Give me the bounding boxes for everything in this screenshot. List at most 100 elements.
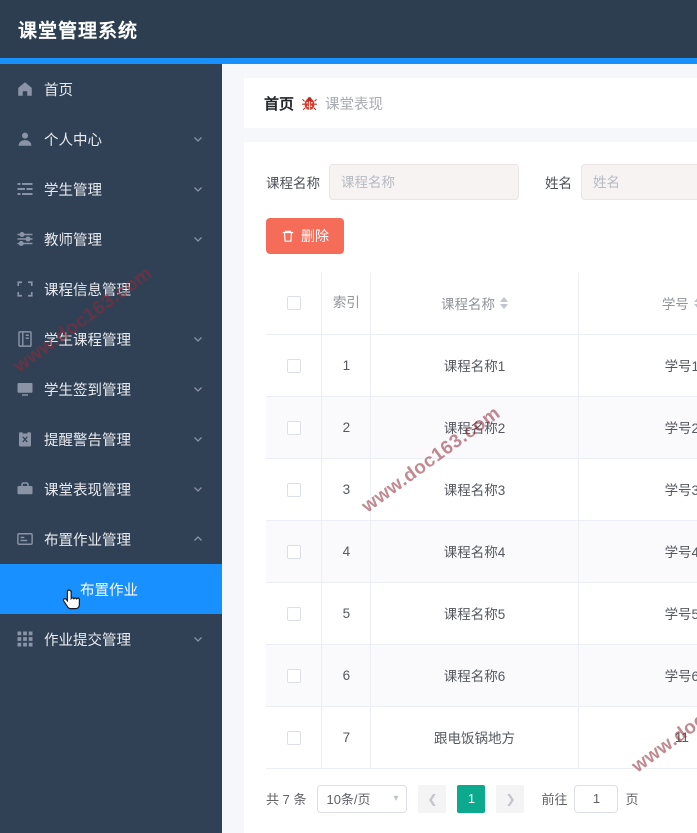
chevron-up-icon (192, 533, 204, 545)
table-row[interactable]: 4 课程名称4 学号4 (266, 520, 697, 583)
row-course-cell: 课程名称1 (370, 334, 579, 397)
table-header-index-label: 索引 (332, 294, 360, 310)
user-icon (16, 130, 34, 148)
table-row[interactable]: 1 课程名称1 学号1 (266, 334, 697, 397)
table-row[interactable]: 2 课程名称2 学号2 (266, 396, 697, 459)
row-index-cell: 4 (321, 520, 372, 583)
student-name-input[interactable] (581, 164, 697, 200)
sidebar-subitem-assign-homework[interactable]: 布置作业 (0, 564, 222, 614)
breadcrumb: 首页 课堂表现 (244, 78, 697, 128)
table-header-select-all[interactable] (266, 272, 323, 335)
table-row[interactable]: 3 课程名称3 学号3 (266, 458, 697, 521)
row-checkbox[interactable] (286, 482, 301, 497)
table-header-student-id[interactable]: 学号 (578, 272, 697, 335)
table-row[interactable]: 7 跟电饭锅地方 11 (266, 706, 697, 769)
chevron-down-icon (192, 633, 204, 645)
app-header: 课堂管理系统 (0, 0, 697, 58)
row-checkbox[interactable] (286, 544, 301, 559)
sidebar-item-course-info-management[interactable]: 课程信息管理 (0, 264, 222, 314)
row-checkbox[interactable] (286, 730, 301, 745)
table-body: 1 课程名称1 学号1 2 课程名称2 学号2 3 课程名称3 学号3 4 课程… (266, 334, 697, 769)
page-size-select[interactable]: 10条/页 ▾ (317, 784, 408, 813)
breadcrumb-home-link[interactable]: 首页 (264, 93, 294, 114)
row-index-cell: 3 (321, 458, 372, 521)
row-select-cell[interactable] (266, 706, 323, 769)
pagination-jump-input[interactable] (574, 784, 619, 813)
row-student-id-cell: 学号4 (578, 520, 697, 583)
row-course-cell: 课程名称4 (370, 520, 579, 583)
sidebar-item-label: 学生管理 (44, 182, 102, 199)
toolbar: 删除 (244, 200, 697, 254)
row-checkbox[interactable] (286, 420, 301, 435)
sidebar-item-assign-homework-management[interactable]: 布置作业管理 (0, 514, 222, 564)
row-select-cell[interactable] (266, 520, 323, 583)
trash-icon (281, 229, 295, 243)
sidebar-item-teacher-management[interactable]: 教师管理 (0, 214, 222, 264)
sidebar-item-class-performance-management[interactable]: 课堂表现管理 (0, 464, 222, 514)
pagination-jump-prefix: 前往 (541, 792, 568, 807)
row-select-cell[interactable] (266, 396, 323, 459)
sidebar-item-home[interactable]: 首页 (0, 64, 222, 114)
sidebar-item-label: 课堂表现管理 (44, 482, 131, 499)
pagination-total: 共 7 条 (266, 792, 307, 807)
table-row[interactable]: 6 课程名称6 学号6 (266, 644, 697, 707)
sidebar-item-student-signin-management[interactable]: 学生签到管理 (0, 364, 222, 414)
row-student-id-cell: 学号1 (578, 334, 697, 397)
sidebar-item-label: 学生课程管理 (44, 332, 131, 349)
pagination-next-button[interactable]: ❯ (496, 784, 525, 813)
book-icon (16, 330, 34, 348)
table-header-row: 索引 课程名称 学号 (266, 272, 697, 335)
row-student-id-cell: 学号3 (578, 458, 697, 521)
row-checkbox[interactable] (286, 606, 301, 621)
select-all-checkbox[interactable] (286, 296, 301, 311)
course-name-input[interactable] (329, 164, 519, 200)
row-select-cell[interactable] (266, 458, 323, 521)
sidebar-item-label: 作业提交管理 (44, 632, 131, 649)
chevron-down-icon (192, 483, 204, 495)
row-course-cell: 课程名称3 (370, 458, 579, 521)
pagination-page-1[interactable]: 1 (457, 784, 486, 813)
sidebar-nav: 首页 个人中心 学生管理 教师管理 课程信息管理 学生课程管理 学生签到管理 提… (0, 64, 222, 833)
bug-icon (301, 95, 318, 112)
home-icon (16, 80, 34, 98)
page-size-value: 10条/页 (326, 792, 371, 807)
row-course-cell: 课程名称6 (370, 644, 579, 707)
row-student-id-cell: 学号5 (578, 582, 697, 645)
chevron-right-icon: ❯ (505, 791, 516, 806)
row-course-cell: 跟电饭锅地方 (370, 706, 579, 769)
main-content: 首页 课堂表现 课程名称 姓名 (222, 64, 697, 833)
sidebar-item-alert-warning-management[interactable]: 提醒警告管理 (0, 414, 222, 464)
sidebar-item-student-management[interactable]: 学生管理 (0, 164, 222, 214)
row-student-id-cell: 学号6 (578, 644, 697, 707)
row-index-cell: 2 (321, 396, 372, 459)
list-icon (16, 180, 34, 198)
sidebar-item-label: 课程信息管理 (44, 282, 131, 299)
briefcase-icon (16, 480, 34, 498)
row-select-cell[interactable] (266, 582, 323, 645)
delete-button[interactable]: 删除 (266, 218, 344, 254)
sidebar-item-student-course-management[interactable]: 学生课程管理 (0, 314, 222, 364)
student-name-label: 姓名 (545, 176, 572, 191)
chevron-down-icon (192, 133, 204, 145)
sidebar-item-label: 个人中心 (44, 132, 102, 149)
frame-icon (16, 280, 34, 298)
clipboard-icon (16, 430, 34, 448)
row-select-cell[interactable] (266, 644, 323, 707)
row-checkbox[interactable] (286, 668, 301, 683)
sliders-icon (16, 230, 34, 248)
sidebar-item-profile[interactable]: 个人中心 (0, 114, 222, 164)
pagination: 共 7 条 10条/页 ▾ ❮ 1 ❯ 前往 页 (244, 769, 697, 813)
delete-button-label: 删除 (301, 228, 329, 244)
pagination-prev-button[interactable]: ❮ (418, 784, 447, 813)
row-checkbox[interactable] (286, 358, 301, 373)
monitor-icon (16, 380, 34, 398)
chevron-down-icon (192, 183, 204, 195)
sort-arrows-icon[interactable] (499, 296, 508, 309)
sidebar-item-homework-submission-management[interactable]: 作业提交管理 (0, 614, 222, 664)
table-row[interactable]: 5 课程名称5 学号5 (266, 582, 697, 645)
chevron-down-icon (192, 233, 204, 245)
row-select-cell[interactable] (266, 334, 323, 397)
sidebar-item-label: 首页 (44, 82, 73, 99)
sidebar-item-label: 布置作业管理 (44, 532, 131, 549)
table-header-course[interactable]: 课程名称 (370, 272, 579, 335)
